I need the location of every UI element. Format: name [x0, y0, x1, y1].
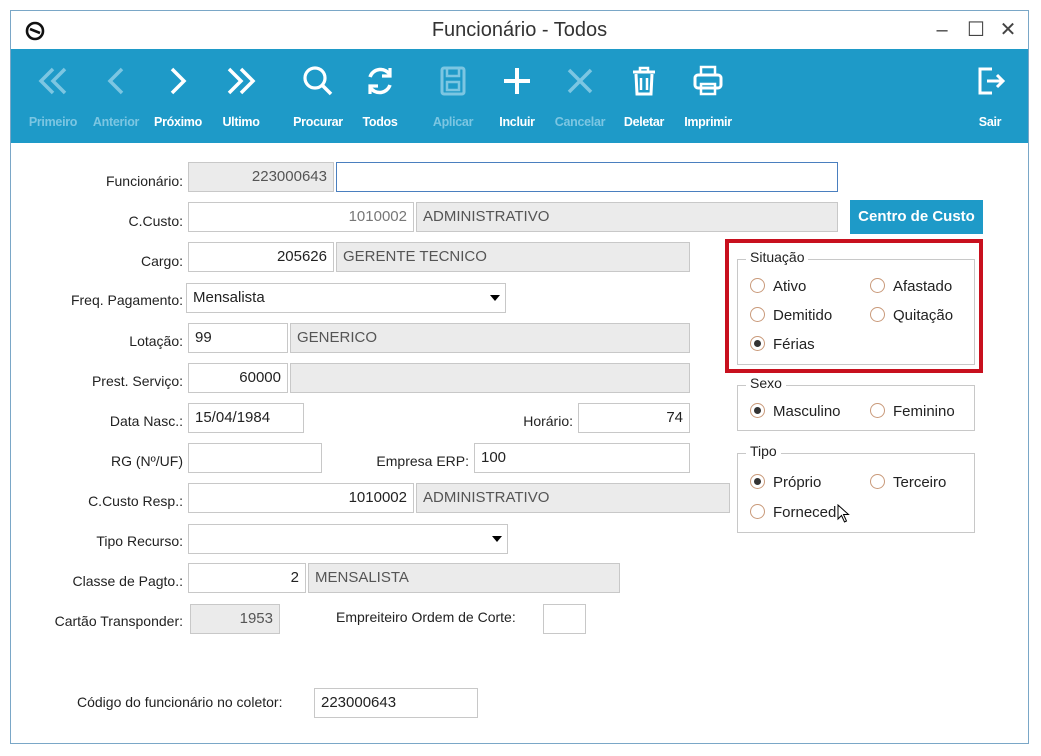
sexo-masculino-label: Masculino: [773, 403, 841, 420]
plus-icon: [504, 68, 530, 94]
ccusto-resp-label: C.Custo Resp.:: [88, 493, 183, 509]
trash-icon: [633, 66, 655, 96]
title-bar: Funcionário - Todos – ☐ ✕: [11, 11, 1028, 49]
double-chevron-right-icon: [227, 67, 256, 95]
empreiteiro-input[interactable]: [543, 604, 586, 634]
data-nasc-label: Data Nasc.:: [109, 413, 183, 429]
refresh-icon: [368, 67, 392, 95]
exit-icon: [978, 67, 1006, 95]
codigo-coletor-label: Código do funcionário no coletor:: [77, 694, 283, 710]
sair-button[interactable]: Sair: [961, 49, 1019, 143]
ccusto-code-input[interactable]: 1010002: [188, 202, 414, 232]
freq-pagamento-label: Freq. Pagamento:: [70, 292, 183, 308]
empreiteiro-label: Empreiteiro Ordem de Corte:: [336, 609, 516, 625]
codigo-coletor-input[interactable]: 223000643: [314, 688, 478, 718]
ccusto-name-field: ADMINISTRATIVO: [416, 202, 838, 232]
prest-servico-name-field: [290, 363, 690, 393]
ultimo-button[interactable]: Ultimo: [209, 49, 273, 143]
empresa-erp-input[interactable]: 100: [474, 443, 690, 473]
funcionario-code-field: 223000643: [188, 162, 334, 192]
funcionario-name-input[interactable]: [336, 162, 838, 192]
classe-pagto-name-field: MENSALISTA: [308, 563, 620, 593]
cartao-transponder-field: 1953: [190, 604, 280, 634]
cancelar-button[interactable]: Cancelar: [549, 49, 611, 143]
sexo-group: Sexo Masculino Feminino: [737, 375, 975, 431]
sexo-masculino-radio[interactable]: Masculino: [750, 403, 841, 420]
classe-pagto-label: Classe de Pagto.:: [72, 573, 183, 589]
radio-selected-icon: [750, 403, 765, 418]
dropdown-arrow-icon: [490, 295, 500, 301]
data-nasc-input[interactable]: 15/04/1984: [188, 403, 304, 433]
employee-form: Funcionário: 223000643 C.Custo: 1010002 …: [11, 143, 1028, 743]
mouse-cursor-icon: [837, 504, 850, 523]
prest-servico-label: Prest. Serviço:: [91, 373, 183, 389]
ccusto-resp-name-field: ADMINISTRATIVO: [416, 483, 730, 513]
tipo-terceiro-radio[interactable]: Terceiro: [870, 474, 946, 491]
horario-label: Horário:: [523, 413, 573, 429]
primeiro-button[interactable]: Primeiro: [21, 49, 85, 143]
highlight-box: [725, 239, 983, 373]
close-button[interactable]: ✕: [995, 17, 1021, 43]
lotacao-name-field: GENERICO: [290, 323, 690, 353]
horario-input[interactable]: 74: [578, 403, 690, 433]
radio-selected-icon: [750, 474, 765, 489]
sexo-feminino-radio[interactable]: Feminino: [870, 403, 955, 420]
double-chevron-left-icon: [38, 67, 67, 95]
lotacao-code-input[interactable]: 99: [188, 323, 288, 353]
main-window: Funcionário - Todos – ☐ ✕ Primeiro Anter…: [10, 10, 1029, 744]
rg-label: RG (Nº/UF): [111, 453, 183, 469]
incluir-button[interactable]: Incluir: [487, 49, 547, 143]
radio-circle-icon: [870, 474, 885, 489]
x-icon: [567, 68, 593, 94]
classe-pagto-code-input[interactable]: 2: [188, 563, 306, 593]
ccusto-label: C.Custo:: [128, 213, 183, 229]
tipo-proprio-radio[interactable]: Próprio: [750, 474, 821, 491]
deletar-button[interactable]: Deletar: [613, 49, 675, 143]
prest-servico-code-input[interactable]: 60000: [188, 363, 288, 393]
proximo-button[interactable]: Próximo: [147, 49, 209, 143]
tipo-title: Tipo: [746, 443, 781, 459]
sexo-title: Sexo: [746, 375, 786, 391]
save-icon: [440, 66, 466, 96]
tipo-group: Tipo Próprio Terceiro Forneced: [737, 443, 975, 533]
sexo-feminino-label: Feminino: [893, 403, 955, 420]
freq-pagamento-value: Mensalista: [193, 289, 265, 306]
anterior-button[interactable]: Anterior: [85, 49, 147, 143]
cargo-name-field: GERENTE TECNICO: [336, 242, 690, 272]
imprimir-button[interactable]: Imprimir: [675, 49, 741, 143]
procurar-button[interactable]: Procurar: [285, 49, 351, 143]
tipo-recurso-label: Tipo Recurso:: [96, 533, 183, 549]
cartao-transponder-label: Cartão Transponder:: [54, 613, 183, 629]
printer-icon: [693, 65, 723, 96]
search-icon: [303, 66, 333, 96]
tipo-fornecedor-label: Forneced: [773, 504, 837, 521]
tipo-fornecedor-radio[interactable]: Forneced: [750, 504, 836, 521]
chevron-right-icon: [170, 67, 187, 95]
lotacao-label: Lotação:: [129, 333, 183, 349]
tipo-proprio-label: Próprio: [773, 474, 822, 491]
cargo-label: Cargo:: [140, 253, 183, 269]
tipo-terceiro-label: Terceiro: [893, 474, 947, 491]
funcionario-label: Funcionário:: [105, 173, 183, 189]
freq-pagamento-select[interactable]: Mensalista: [186, 283, 506, 313]
minimize-button[interactable]: –: [929, 17, 955, 43]
radio-circle-icon: [870, 403, 885, 418]
dropdown-arrow-icon: [492, 536, 502, 542]
toolbar: Primeiro Anterior Próximo Ultimo Procura…: [11, 49, 1028, 143]
cargo-code-input[interactable]: 205626: [188, 242, 334, 272]
rg-input[interactable]: [188, 443, 322, 473]
empresa-erp-label: Empresa ERP:: [376, 453, 469, 469]
aplicar-button[interactable]: Aplicar: [423, 49, 483, 143]
window-title: Funcionário - Todos: [431, 19, 608, 41]
centro-de-custo-button[interactable]: Centro de Custo: [850, 200, 983, 234]
todos-button[interactable]: Todos: [351, 49, 409, 143]
radio-circle-icon: [750, 504, 765, 519]
chevron-left-icon: [107, 67, 124, 95]
maximize-button[interactable]: ☐: [963, 17, 989, 43]
tipo-recurso-select[interactable]: [188, 524, 508, 554]
ccusto-resp-code-input[interactable]: 1010002: [188, 483, 414, 513]
